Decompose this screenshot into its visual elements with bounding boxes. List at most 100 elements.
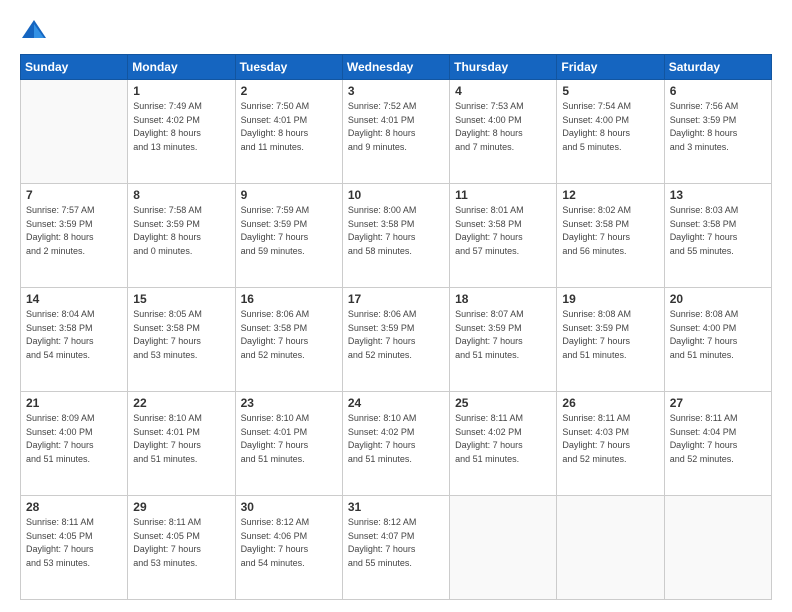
day-info: Sunrise: 8:02 AM Sunset: 3:58 PM Dayligh… [562,204,658,258]
calendar-cell: 19Sunrise: 8:08 AM Sunset: 3:59 PM Dayli… [557,288,664,392]
day-number: 18 [455,292,551,306]
calendar-cell: 20 Sunrise: 8:08 AM Sunset: 4:00 PM Dayli… [664,288,771,392]
day-number: 28 [26,500,122,514]
day-info: Sunrise: 8:11 AM Sunset: 4:05 PM Dayligh… [26,516,122,570]
day-number: 9 [241,188,337,202]
day-number: 11 [455,188,551,202]
day-info: Sunrise: 8:00 AM Sunset: 3:58 PM Dayligh… [348,204,444,258]
day-info: Sunrise: 8:09 AM Sunset: 4:00 PM Dayligh… [26,412,122,466]
weekday-header-wednesday: Wednesday [342,55,449,80]
weekday-header-tuesday: Tuesday [235,55,342,80]
calendar-cell [21,80,128,184]
day-number: 10 [348,188,444,202]
day-info: Sunrise: 8:06 AM Sunset: 3:59 PM Dayligh… [348,308,444,362]
calendar-cell: 24Sunrise: 8:10 AM Sunset: 4:02 PM Dayli… [342,392,449,496]
day-info: Sunrise: 8:11 AM Sunset: 4:05 PM Dayligh… [133,516,229,570]
calendar-cell [557,496,664,600]
day-number: 16 [241,292,337,306]
day-number: 5 [562,84,658,98]
day-info: Sunrise: 8:10 AM Sunset: 4:01 PM Dayligh… [241,412,337,466]
day-info: Sunrise: 8:11 AM Sunset: 4:03 PM Dayligh… [562,412,658,466]
calendar-table: SundayMondayTuesdayWednesdayThursdayFrid… [20,54,772,600]
day-info: Sunrise: 7:50 AM Sunset: 4:01 PM Dayligh… [241,100,337,154]
calendar-cell: 28 Sunrise: 8:11 AM Sunset: 4:05 PM Dayli… [21,496,128,600]
week-row-2: 7Sunrise: 7:57 AM Sunset: 3:59 PM Daylig… [21,184,772,288]
weekday-header-friday: Friday [557,55,664,80]
day-number: 29 [133,500,229,514]
day-number: 12 [562,188,658,202]
weekday-header-sunday: Sunday [21,55,128,80]
day-info: Sunrise: 7:57 AM Sunset: 3:59 PM Dayligh… [26,204,122,258]
day-number: 2 [241,84,337,98]
day-number: 30 [241,500,337,514]
day-info: Sunrise: 8:11 AM Sunset: 4:04 PM Dayligh… [670,412,766,466]
day-info: Sunrise: 8:03 AM Sunset: 3:58 PM Dayligh… [670,204,766,258]
day-number: 19 [562,292,658,306]
calendar-cell: 10 Sunrise: 8:00 AM Sunset: 3:58 PM Dayli… [342,184,449,288]
day-number: 23 [241,396,337,410]
week-row-4: 21 Sunrise: 8:09 AM Sunset: 4:00 PM Dayli… [21,392,772,496]
day-number: 21 [26,396,122,410]
calendar-cell: 8Sunrise: 7:58 AM Sunset: 3:59 PM Daylig… [128,184,235,288]
calendar-cell: 18 Sunrise: 8:07 AM Sunset: 3:59 PM Dayli… [450,288,557,392]
day-number: 14 [26,292,122,306]
week-row-1: 1Sunrise: 7:49 AM Sunset: 4:02 PM Daylig… [21,80,772,184]
day-number: 17 [348,292,444,306]
calendar-cell: 31 Sunrise: 8:12 AM Sunset: 4:07 PM Dayli… [342,496,449,600]
day-number: 31 [348,500,444,514]
calendar-cell: 22 Sunrise: 8:10 AM Sunset: 4:01 PM Dayli… [128,392,235,496]
calendar-cell: 13 Sunrise: 8:03 AM Sunset: 3:58 PM Dayli… [664,184,771,288]
day-number: 13 [670,188,766,202]
calendar-cell: 3Sunrise: 7:52 AM Sunset: 4:01 PM Daylig… [342,80,449,184]
calendar-cell [664,496,771,600]
calendar-cell: 15Sunrise: 8:05 AM Sunset: 3:58 PM Dayli… [128,288,235,392]
day-info: Sunrise: 8:10 AM Sunset: 4:01 PM Dayligh… [133,412,229,466]
calendar-cell: 21 Sunrise: 8:09 AM Sunset: 4:00 PM Dayli… [21,392,128,496]
calendar-cell: 12 Sunrise: 8:02 AM Sunset: 3:58 PM Dayli… [557,184,664,288]
calendar-cell: 27 Sunrise: 8:11 AM Sunset: 4:04 PM Dayli… [664,392,771,496]
weekday-header-thursday: Thursday [450,55,557,80]
day-info: Sunrise: 7:54 AM Sunset: 4:00 PM Dayligh… [562,100,658,154]
day-number: 4 [455,84,551,98]
day-number: 8 [133,188,229,202]
week-row-3: 14 Sunrise: 8:04 AM Sunset: 3:58 PM Dayli… [21,288,772,392]
day-number: 22 [133,396,229,410]
calendar-cell: 16 Sunrise: 8:06 AM Sunset: 3:58 PM Dayli… [235,288,342,392]
day-info: Sunrise: 8:10 AM Sunset: 4:02 PM Dayligh… [348,412,444,466]
day-info: Sunrise: 7:56 AM Sunset: 3:59 PM Dayligh… [670,100,766,154]
day-info: Sunrise: 8:08 AM Sunset: 4:00 PM Dayligh… [670,308,766,362]
day-info: Sunrise: 8:04 AM Sunset: 3:58 PM Dayligh… [26,308,122,362]
calendar-cell: 5 Sunrise: 7:54 AM Sunset: 4:00 PM Daylig… [557,80,664,184]
day-number: 6 [670,84,766,98]
calendar-cell: 30Sunrise: 8:12 AM Sunset: 4:06 PM Dayli… [235,496,342,600]
day-info: Sunrise: 8:01 AM Sunset: 3:58 PM Dayligh… [455,204,551,258]
calendar-cell: 4 Sunrise: 7:53 AM Sunset: 4:00 PM Daylig… [450,80,557,184]
logo-icon [20,16,48,44]
logo [20,16,52,44]
day-number: 20 [670,292,766,306]
calendar-cell: 17 Sunrise: 8:06 AM Sunset: 3:59 PM Dayli… [342,288,449,392]
calendar-cell: 9 Sunrise: 7:59 AM Sunset: 3:59 PM Daylig… [235,184,342,288]
weekday-header-row: SundayMondayTuesdayWednesdayThursdayFrid… [21,55,772,80]
day-info: Sunrise: 8:07 AM Sunset: 3:59 PM Dayligh… [455,308,551,362]
page: SundayMondayTuesdayWednesdayThursdayFrid… [0,0,792,612]
calendar-cell [450,496,557,600]
day-info: Sunrise: 8:12 AM Sunset: 4:07 PM Dayligh… [348,516,444,570]
day-number: 3 [348,84,444,98]
day-number: 1 [133,84,229,98]
calendar-cell: 6 Sunrise: 7:56 AM Sunset: 3:59 PM Daylig… [664,80,771,184]
calendar-cell: 7Sunrise: 7:57 AM Sunset: 3:59 PM Daylig… [21,184,128,288]
day-number: 26 [562,396,658,410]
weekday-header-monday: Monday [128,55,235,80]
calendar-cell: 14 Sunrise: 8:04 AM Sunset: 3:58 PM Dayli… [21,288,128,392]
calendar-cell: 11 Sunrise: 8:01 AM Sunset: 3:58 PM Dayli… [450,184,557,288]
day-number: 15 [133,292,229,306]
day-info: Sunrise: 8:06 AM Sunset: 3:58 PM Dayligh… [241,308,337,362]
day-info: Sunrise: 7:53 AM Sunset: 4:00 PM Dayligh… [455,100,551,154]
day-info: Sunrise: 8:11 AM Sunset: 4:02 PM Dayligh… [455,412,551,466]
day-number: 27 [670,396,766,410]
calendar-cell: 26 Sunrise: 8:11 AM Sunset: 4:03 PM Dayli… [557,392,664,496]
header [20,16,772,44]
calendar-cell: 1Sunrise: 7:49 AM Sunset: 4:02 PM Daylig… [128,80,235,184]
day-info: Sunrise: 7:59 AM Sunset: 3:59 PM Dayligh… [241,204,337,258]
